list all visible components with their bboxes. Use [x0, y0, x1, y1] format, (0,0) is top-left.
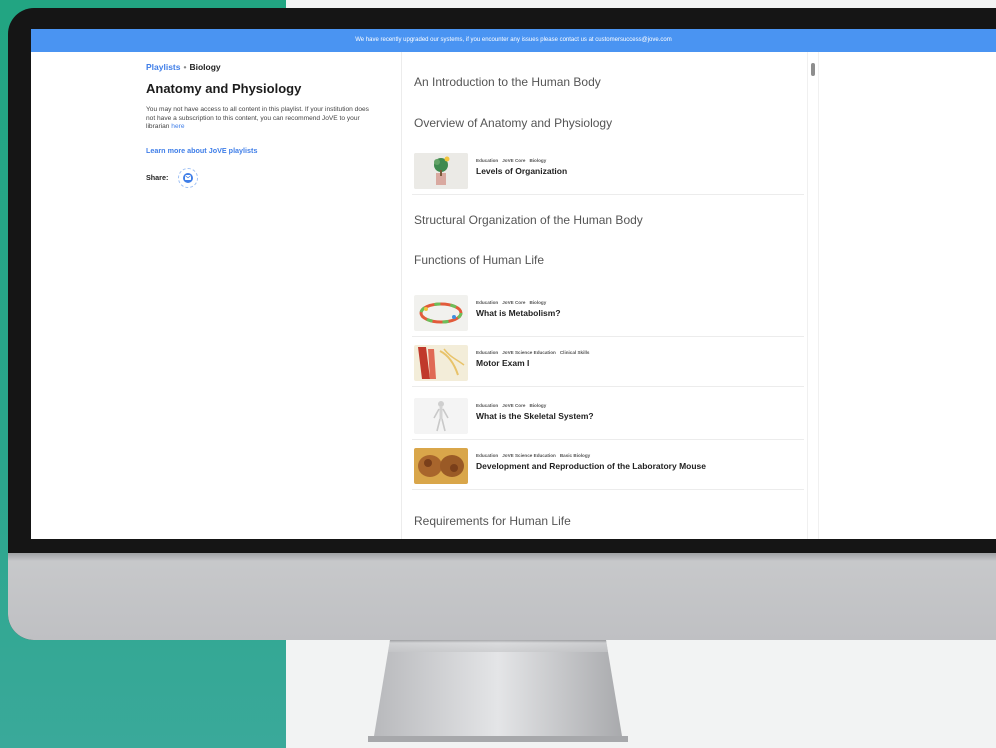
- section-heading[interactable]: Structural Organization of the Human Bod…: [414, 213, 643, 227]
- mail-icon: [183, 172, 194, 183]
- monitor-stand: [342, 640, 654, 748]
- item-tags: Education JoVE Core Biology: [476, 403, 547, 408]
- item-tags: Education JoVE Core Biology: [476, 300, 547, 305]
- section-heading[interactable]: Overview of Anatomy and Physiology: [414, 116, 612, 130]
- video-thumbnail: [414, 448, 468, 484]
- scrollbar-thumb[interactable]: [811, 63, 815, 76]
- librarian-link[interactable]: here: [171, 123, 184, 130]
- breadcrumb-separator: •: [183, 62, 187, 72]
- item-title[interactable]: Development and Reproduction of the Labo…: [476, 461, 706, 471]
- share-row: Share:: [146, 167, 386, 188]
- monitor-chin: [8, 553, 996, 640]
- monitor: We have recently upgraded our systems, i…: [8, 8, 996, 640]
- announcement-banner: We have recently upgraded our systems, i…: [31, 29, 996, 52]
- breadcrumb-playlists-link[interactable]: Playlists: [146, 62, 181, 72]
- banner-email-link[interactable]: customersuccess@jove.com: [595, 37, 671, 43]
- item-title[interactable]: What is Metabolism?: [476, 308, 561, 318]
- section-heading[interactable]: Functions of Human Life: [414, 253, 544, 267]
- panel-divider: [401, 52, 402, 539]
- video-thumbnail: [414, 153, 468, 189]
- breadcrumb: Playlists • Biology: [146, 62, 386, 72]
- item-tags: Education JoVE Science Education Basic Bio…: [476, 453, 591, 458]
- share-label: Share:: [146, 173, 169, 183]
- share-email-button[interactable]: [178, 167, 199, 188]
- page-title: Anatomy and Physiology: [146, 81, 302, 96]
- list-item[interactable]: Education JoVE Science Education Clinical …: [412, 339, 804, 387]
- video-thumbnail: [414, 398, 468, 434]
- playlist-info-panel: Playlists • Biology Anatomy and Physiology…: [146, 62, 386, 188]
- list-item[interactable]: Education JoVE Science Education Basic Bio…: [412, 442, 804, 490]
- breadcrumb-current: Biology: [189, 62, 221, 72]
- screen: We have recently upgraded our systems, i…: [31, 29, 996, 539]
- section-heading[interactable]: An Introduction to the Human Body: [414, 75, 601, 89]
- item-title[interactable]: Motor Exam I: [476, 358, 529, 368]
- video-thumbnail: [414, 345, 468, 381]
- video-thumbnail: [414, 295, 468, 331]
- learn-more-link[interactable]: Learn more about JoVE playlists: [146, 146, 386, 155]
- scrollbar[interactable]: [807, 52, 819, 539]
- section-heading[interactable]: Requirements for Human Life: [414, 514, 571, 528]
- list-item[interactable]: Education JoVE Core Biology What is the Sk…: [412, 392, 804, 440]
- access-note: You may not have access to all content i…: [146, 106, 378, 132]
- item-title[interactable]: Levels of Organization: [476, 166, 567, 176]
- list-item[interactable]: Education JoVE Core Biology What is Metabo…: [412, 289, 804, 337]
- item-title[interactable]: What is the Skeletal System?: [476, 411, 594, 421]
- item-tags: Education JoVE Core Biology: [476, 158, 547, 163]
- list-item[interactable]: Education JoVE Core Biology Levels of Orga…: [412, 147, 804, 195]
- banner-text: We have recently upgraded our systems, i…: [355, 37, 596, 43]
- item-tags: Education JoVE Science Education Clinical …: [476, 350, 590, 355]
